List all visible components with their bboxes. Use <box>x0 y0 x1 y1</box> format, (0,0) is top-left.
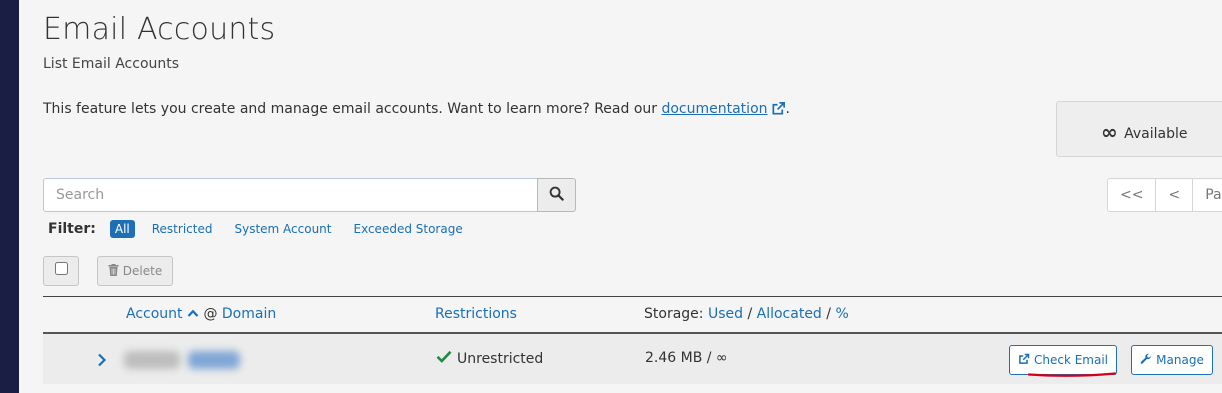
restrictions-header: Restrictions <box>435 306 517 322</box>
infinity-symbol: ∞ <box>1101 120 1118 144</box>
filter-all[interactable]: All <box>109 220 135 238</box>
pagination: << < Page <box>1107 178 1222 212</box>
filter-bar: Filter: All Restricted System Account Ex… <box>48 219 485 239</box>
search-input[interactable] <box>43 178 538 212</box>
redacted-account <box>122 347 256 373</box>
manage-label: Manage <box>1156 353 1204 367</box>
available-accounts-box: ∞ Available <box>1056 101 1222 157</box>
search-button[interactable] <box>537 178 576 212</box>
first-page-button[interactable]: << <box>1107 178 1157 212</box>
storage-header: Storage: Used / Allocated / % <box>644 306 849 322</box>
select-all-checkbox[interactable] <box>54 262 68 275</box>
account-domain-header: Account @ Domain <box>126 306 276 322</box>
external-link-icon[interactable] <box>771 101 786 116</box>
trash-icon <box>108 263 123 279</box>
search-icon <box>549 186 564 205</box>
storage-separator: / <box>826 306 831 322</box>
select-all-button[interactable] <box>43 256 79 286</box>
wrench-icon <box>1140 353 1156 368</box>
restrictions-sort-link[interactable]: Restrictions <box>435 306 517 322</box>
storage-label: Storage: <box>644 306 704 322</box>
restriction-label: Unrestricted <box>457 350 544 367</box>
domain-sort-link[interactable]: Domain <box>222 306 276 322</box>
restriction-status: Unrestricted <box>436 350 543 367</box>
page-title: Email Accounts <box>43 12 276 47</box>
prev-page-button[interactable]: < <box>1155 178 1194 212</box>
manage-button[interactable]: Manage <box>1131 345 1213 375</box>
page-indicator: Page <box>1192 178 1222 212</box>
filter-restricted[interactable]: Restricted <box>152 222 213 236</box>
check-email-label: Check Email <box>1033 353 1109 367</box>
storage-separator: / <box>747 306 753 322</box>
caret-up-icon[interactable] <box>187 306 199 322</box>
intro-sentence: This feature lets you create and manage … <box>43 101 662 117</box>
account-sort-link[interactable]: Account <box>126 306 183 322</box>
page-subtitle: List Email Accounts <box>43 56 180 72</box>
intro-period: . <box>785 101 790 117</box>
documentation-link[interactable]: documentation <box>661 101 767 117</box>
intro-text: This feature lets you create and manage … <box>43 101 790 117</box>
chevron-right-icon[interactable] <box>97 352 107 367</box>
check-icon <box>436 350 457 367</box>
delete-button[interactable]: Delete <box>97 256 173 286</box>
table-top-border <box>43 296 1222 297</box>
filter-label: Filter: <box>48 221 96 237</box>
filter-system-account[interactable]: System Account <box>234 222 331 236</box>
sidebar-edge <box>0 0 19 393</box>
external-link-icon <box>1018 353 1034 368</box>
used-sort-link[interactable]: Used <box>708 306 743 322</box>
annotation-underline <box>1028 372 1116 377</box>
filter-exceeded-storage[interactable]: Exceeded Storage <box>353 222 462 236</box>
percent-sort-link[interactable]: % <box>835 306 848 322</box>
allocated-sort-link[interactable]: Allocated <box>757 306 822 322</box>
available-label: Available <box>1124 126 1188 142</box>
delete-label: Delete <box>122 264 163 278</box>
available-accounts-stat: ∞ Available <box>1101 120 1188 144</box>
storage-value: 2.46 MB / ∞ <box>645 350 728 366</box>
at-separator: @ <box>203 306 218 322</box>
